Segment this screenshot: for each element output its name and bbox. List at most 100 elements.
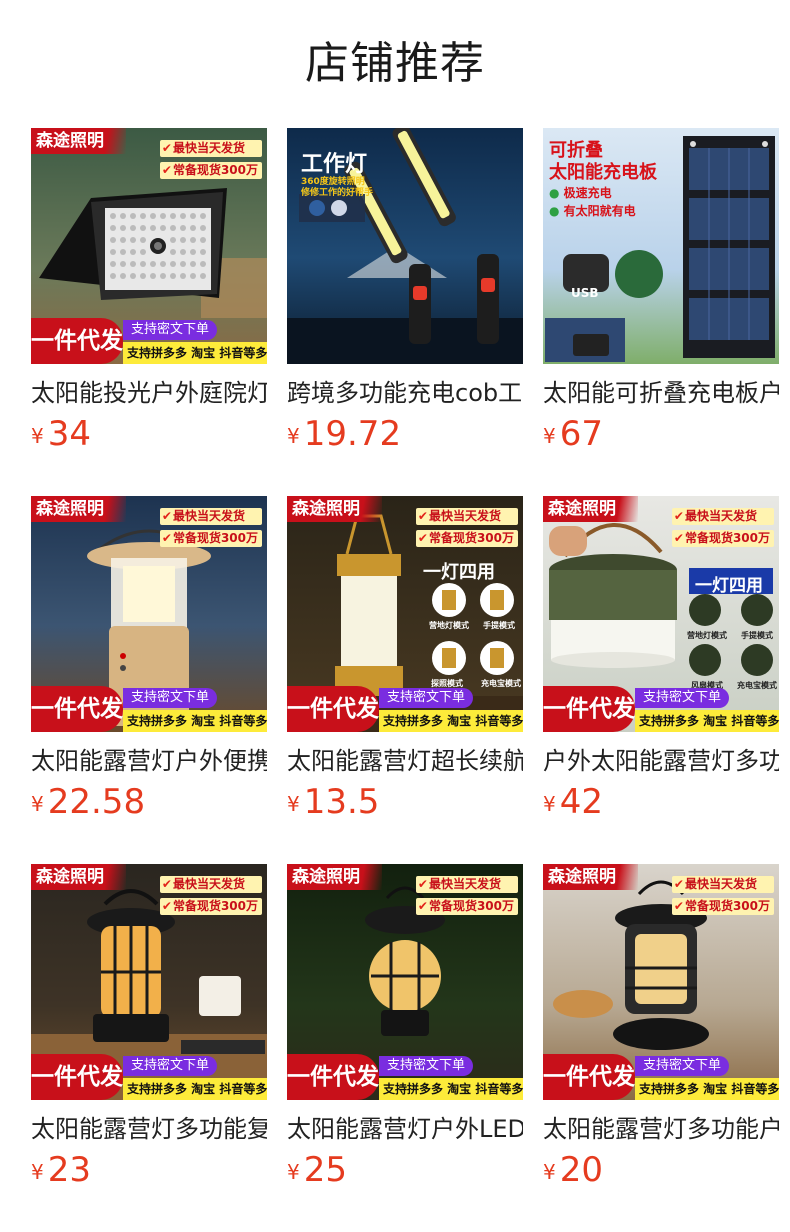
mode-label: 营地灯模式	[429, 621, 469, 630]
product-image[interactable]: 森途照明 ✔最快当天发货 ✔常备现货300万 一灯四用 营地灯模式 手提模式 风…	[543, 496, 779, 732]
fast-shipping-tag: ✔最快当天发货	[159, 508, 262, 525]
product-name[interactable]: 太阳能投光户外庭院灯	[31, 376, 267, 410]
promo-tags: ✔最快当天发货 ✔常备现货300万	[671, 876, 774, 920]
check-icon: ✔	[673, 877, 684, 891]
feature-sun-power: ● 有太阳就有电	[549, 204, 636, 218]
fast-shipping-tag: ✔最快当天发货	[415, 508, 518, 525]
product-price: ¥42	[543, 782, 779, 828]
usb-label: USB	[571, 286, 599, 300]
page-title: 店铺推荐	[305, 38, 485, 89]
encrypted-order-label: 支持密文下单	[635, 688, 730, 708]
product-card[interactable]: 工作灯 360度旋转照明 修修工作的好帮手 跨境多功能充电cob工作灯 ¥19.…	[287, 128, 523, 460]
brand-label: 森途照明	[31, 864, 126, 890]
price-value: 25	[303, 1150, 347, 1190]
store-recommendations-page: 店铺推荐 森途照明 ✔最快当天发货 ✔常备现货300万 一件代发 支持密文下单 …	[0, 0, 790, 1232]
fast-shipping-tag: ✔最快当天发货	[159, 140, 262, 157]
promo-tags: ✔最快当天发货 ✔常备现货300万	[415, 508, 518, 552]
product-image[interactable]: 森途照明 ✔最快当天发货 ✔常备现货300万 一件代发 支持密文下单 支持拼多多…	[287, 864, 523, 1100]
stock-tag: ✔常备现货300万	[159, 898, 262, 915]
check-icon: ✔	[161, 899, 172, 913]
price-value: 19.72	[303, 414, 402, 454]
product-name[interactable]: 太阳能露营灯多功能复古	[31, 1112, 267, 1146]
check-icon: ✔	[161, 877, 172, 891]
product-image[interactable]: 可折叠 太阳能充电板 ● 极速充电 ● 有太阳就有电 USB	[543, 128, 779, 364]
brand-label: 森途照明	[287, 496, 382, 522]
product-price: ¥34	[31, 414, 267, 460]
product-price: ¥23	[31, 1150, 267, 1196]
check-circle-icon: ●	[549, 186, 560, 200]
dropship-banner: 一件代发 支持密文下单 支持拼多多 淘宝 抖音等多平台	[287, 1054, 523, 1100]
dropship-label: 一件代发	[31, 686, 123, 732]
dropship-label: 一件代发	[31, 318, 123, 364]
product-name[interactable]: 户外太阳能露营灯多功能	[543, 744, 779, 778]
brand-label: 森途照明	[543, 496, 638, 522]
product-card[interactable]: 可折叠 太阳能充电板 ● 极速充电 ● 有太阳就有电 USB 太阳能可折叠充电板…	[543, 128, 779, 460]
product-name[interactable]: 太阳能可折叠充电板户外	[543, 376, 779, 410]
currency-symbol: ¥	[31, 424, 44, 448]
product-card[interactable]: 森途照明 ✔最快当天发货 ✔常备现货300万 一灯四用 营地灯模式 手提模式 风…	[543, 496, 779, 828]
product-image[interactable]: 森途照明 ✔最快当天发货 ✔常备现货300万 一件代发 支持密文下单 支持拼多多…	[31, 496, 267, 732]
dropship-banner: 一件代发 支持密文下单 支持拼多多 淘宝 抖音等多平台	[31, 686, 267, 732]
stock-tag: ✔常备现货300万	[415, 898, 518, 915]
promo-tags: ✔最快当天发货 ✔常备现货300万	[159, 508, 262, 552]
check-icon: ✔	[673, 899, 684, 913]
overlay-subtitle: 修修工作的好帮手	[301, 188, 374, 198]
mode-label: 手提模式	[741, 631, 773, 640]
fast-shipping-tag: ✔最快当天发货	[415, 876, 518, 893]
product-card[interactable]: 森途照明 ✔最快当天发货 ✔常备现货300万 一件代发 支持密文下单 支持拼多多…	[287, 864, 523, 1196]
product-card[interactable]: 森途照明 ✔最快当天发货 ✔常备现货300万 一件代发 支持密文下单 支持拼多多…	[31, 864, 267, 1196]
product-card[interactable]: 森途照明 ✔最快当天发货 ✔常备现货300万 一件代发 支持密文下单 支持拼多多…	[31, 128, 267, 460]
product-card[interactable]: 森途照明 ✔最快当天发货 ✔常备现货300万 一件代发 支持密文下单 支持拼多多…	[543, 864, 779, 1196]
check-circle-icon: ●	[549, 204, 560, 218]
product-card[interactable]: 森途照明 ✔最快当天发货 ✔常备现货300万 一件代发 支持密文下单 支持拼多多…	[31, 496, 267, 828]
check-icon: ✔	[161, 531, 172, 545]
brand-label: 森途照明	[31, 496, 126, 522]
currency-symbol: ¥	[543, 424, 556, 448]
dropship-label: 一件代发	[31, 1054, 123, 1100]
dropship-banner: 一件代发 支持密文下单 支持拼多多 淘宝 抖音等多平台	[543, 686, 779, 732]
currency-symbol: ¥	[287, 1160, 300, 1184]
four-in-one-label: 一灯四用	[695, 576, 763, 596]
currency-symbol: ¥	[543, 1160, 556, 1184]
stock-tag: ✔常备现货300万	[671, 530, 774, 547]
product-name[interactable]: 太阳能露营灯超长续航	[287, 744, 523, 778]
price-value: 13.5	[303, 782, 380, 822]
currency-symbol: ¥	[31, 1160, 44, 1184]
check-icon: ✔	[417, 899, 428, 913]
product-image[interactable]: 森途照明 ✔最快当天发货 ✔常备现货300万 一件代发 支持密文下单 支持拼多多…	[31, 128, 267, 364]
platforms-label: 支持拼多多 淘宝 抖音等多平台	[635, 1078, 779, 1100]
product-card[interactable]: 森途照明 ✔最快当天发货 ✔常备现货300万 一灯四用 营地灯模式 手提模式 探…	[287, 496, 523, 828]
currency-symbol: ¥	[31, 792, 44, 816]
stock-tag: ✔常备现货300万	[415, 530, 518, 547]
brand-label: 森途照明	[543, 864, 638, 890]
promo-tags: ✔最快当天发货 ✔常备现货300万	[671, 508, 774, 552]
promo-tags: ✔最快当天发货 ✔常备现货300万	[159, 876, 262, 920]
platforms-label: 支持拼多多 淘宝 抖音等多平台	[379, 710, 523, 732]
product-image[interactable]: 森途照明 ✔最快当天发货 ✔常备现货300万 一灯四用 营地灯模式 手提模式 探…	[287, 496, 523, 732]
product-image[interactable]: 森途照明 ✔最快当天发货 ✔常备现货300万 一件代发 支持密文下单 支持拼多多…	[31, 864, 267, 1100]
product-name[interactable]: 太阳能露营灯多功能户外	[543, 1112, 779, 1146]
dropship-label: 一件代发	[543, 686, 635, 732]
encrypted-order-label: 支持密文下单	[379, 688, 474, 708]
price-value: 67	[559, 414, 603, 454]
price-value: 42	[559, 782, 603, 822]
product-image[interactable]: 工作灯 360度旋转照明 修修工作的好帮手	[287, 128, 523, 364]
currency-symbol: ¥	[543, 792, 556, 816]
encrypted-order-label: 支持密文下单	[635, 1056, 730, 1076]
product-price: ¥13.5	[287, 782, 523, 828]
product-image[interactable]: 森途照明 ✔最快当天发货 ✔常备现货300万 一件代发 支持密文下单 支持拼多多…	[543, 864, 779, 1100]
currency-symbol: ¥	[287, 792, 300, 816]
product-name[interactable]: 太阳能露营灯户外LED	[287, 1112, 523, 1146]
dropship-label: 一件代发	[287, 686, 379, 732]
dropship-label: 一件代发	[543, 1054, 635, 1100]
product-name[interactable]: 太阳能露营灯户外便携	[31, 744, 267, 778]
platforms-label: 支持拼多多 淘宝 抖音等多平台	[123, 710, 267, 732]
check-icon: ✔	[161, 163, 172, 177]
platforms-label: 支持拼多多 淘宝 抖音等多平台	[123, 1078, 267, 1100]
price-value: 22.58	[47, 782, 146, 822]
check-icon: ✔	[673, 509, 684, 523]
product-name[interactable]: 跨境多功能充电cob工作灯	[287, 376, 523, 410]
dropship-banner: 一件代发 支持密文下单 支持拼多多 淘宝 抖音等多平台	[543, 1054, 779, 1100]
check-icon: ✔	[417, 877, 428, 891]
dropship-banner: 一件代发 支持密文下单 支持拼多多 淘宝 抖音等多平台	[31, 318, 267, 364]
